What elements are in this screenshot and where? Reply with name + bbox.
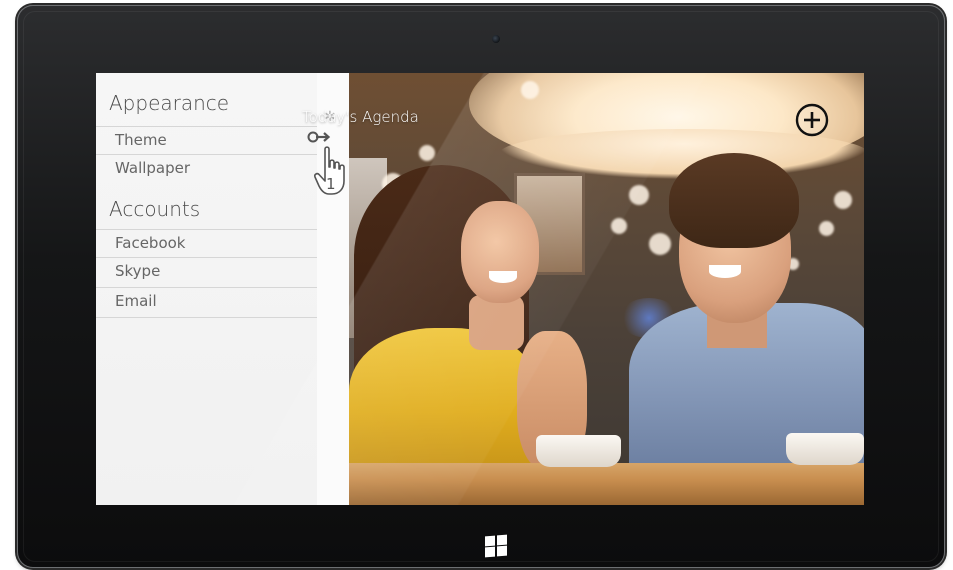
hand-pointer-icon: 1 — [314, 146, 345, 195]
menu-item-wallpaper[interactable]: Wallpaper — [96, 154, 317, 182]
resize-arrow-icon — [307, 131, 331, 143]
screen: Appearance Theme Wallpaper Accounts Face… — [96, 73, 864, 505]
section-title-appearance: Appearance — [109, 91, 230, 115]
section-title-accounts: Accounts — [109, 197, 201, 221]
camera-icon — [492, 35, 500, 43]
page-title: Today's Agenda — [302, 108, 419, 126]
menu-item-email[interactable]: Email — [96, 287, 317, 318]
settings-panel: Appearance Theme Wallpaper Accounts Face… — [96, 73, 349, 505]
menu-item-theme[interactable]: Theme — [96, 126, 317, 154]
menu-item-skype[interactable]: Skype — [96, 257, 317, 285]
finger-count-label: 1 — [326, 175, 336, 193]
menu-item-facebook[interactable]: Facebook — [96, 229, 317, 257]
plus-circle-icon — [795, 103, 829, 137]
agenda-background-photo — [349, 73, 864, 505]
windows-logo-icon[interactable] — [485, 534, 507, 557]
add-button[interactable] — [795, 103, 829, 137]
